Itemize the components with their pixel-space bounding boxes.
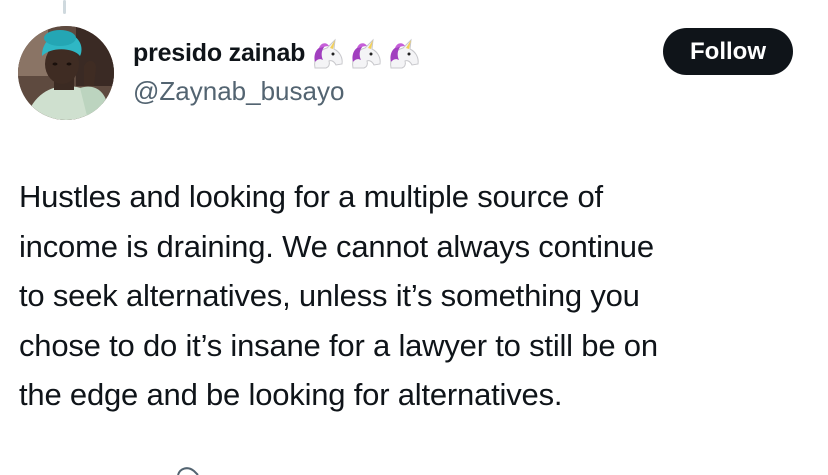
author-handle[interactable]: @Zaynab_busayo [133,74,344,108]
avatar[interactable] [18,26,114,120]
follow-button[interactable]: Follow [663,28,793,75]
thread-connector-line [63,0,66,14]
unicorn-emoji-icon [314,38,343,69]
avatar-photo [18,26,114,120]
author-display-name[interactable]: presido zainab [133,36,305,70]
author-name-row: presido zainab [133,36,421,70]
unicorn-emoji-icon [352,38,381,69]
name-emoji-group [307,36,421,70]
tweet-text: Hustles and looking for a multiple sourc… [19,179,658,412]
unicorn-emoji-icon [390,38,419,69]
cropped-action-icons [177,467,199,475]
